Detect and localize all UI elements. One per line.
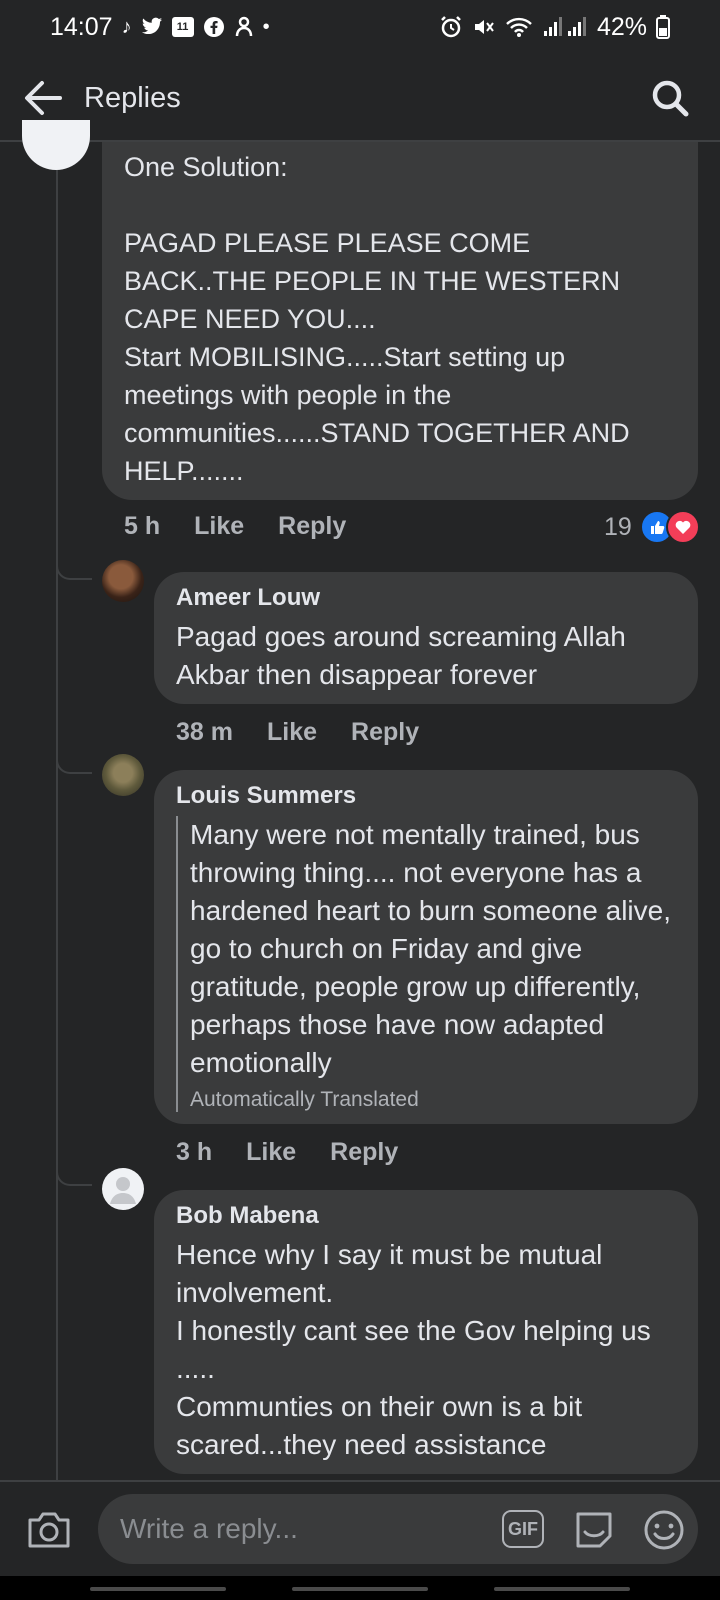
mute-icon <box>474 20 494 34</box>
gif-button[interactable]: GIF <box>502 1510 544 1548</box>
avatar[interactable] <box>102 754 144 796</box>
thread-branch <box>56 558 92 580</box>
nav-back-button[interactable] <box>494 1587 630 1591</box>
reply-time: 38 m <box>176 718 233 746</box>
auto-translated-label[interactable]: Automatically Translated <box>190 1088 676 1112</box>
comment-actions: 5 h Like Reply <box>124 512 380 541</box>
reply-bubble: Ameer Louw Pagad goes around screaming A… <box>154 572 698 704</box>
reply-text: Many were not mentally trained, bus thro… <box>190 819 671 1078</box>
comment-text: One Solution: PAGAD PLEASE PLEASE COME B… <box>124 152 630 486</box>
avatar[interactable] <box>22 120 90 170</box>
reply-text: Hence why I say it must be mutual involv… <box>176 1239 651 1460</box>
signal-icon <box>543 17 586 36</box>
tiktok-icon: ♪ <box>121 15 132 38</box>
reaction-summary[interactable]: 19 <box>604 510 700 544</box>
reply-author[interactable]: Louis Summers <box>176 782 676 810</box>
calendar-icon: 11 <box>171 17 194 37</box>
camera-icon[interactable] <box>26 1508 72 1550</box>
sticker-icon[interactable] <box>572 1508 616 1552</box>
status-dot: • <box>262 15 270 38</box>
top-app-bar: Replies <box>0 54 720 142</box>
reaction-count: 19 <box>604 512 632 541</box>
search-icon[interactable] <box>650 78 690 118</box>
default-avatar-icon <box>110 1177 136 1204</box>
like-button[interactable]: Like <box>246 1138 296 1167</box>
reply-button[interactable]: Reply <box>351 718 419 747</box>
battery-percent: 42% <box>596 12 647 41</box>
reply-composer: GIF <box>0 1482 720 1576</box>
emoji-icon[interactable] <box>642 1508 686 1552</box>
reply-author[interactable]: Ameer Louw <box>176 584 676 612</box>
avatar[interactable] <box>102 1168 144 1210</box>
page-title: Replies <box>84 82 181 114</box>
facebook-icon <box>203 17 224 37</box>
thread-branch <box>56 752 92 774</box>
reply-time: 3 h <box>176 1138 213 1166</box>
reply-actions: 38 m Like Reply <box>176 718 453 747</box>
wifi-icon <box>506 17 532 37</box>
love-reaction-icon <box>665 510 700 544</box>
comment-bubble: One Solution: PAGAD PLEASE PLEASE COME B… <box>102 142 698 500</box>
battery-icon <box>656 15 670 39</box>
status-bar: 14:07 ♪ 11 • 42% <box>0 0 720 54</box>
avatar[interactable] <box>102 560 144 602</box>
messenger-icon <box>235 16 252 37</box>
nav-home-button[interactable] <box>292 1587 428 1591</box>
reply-text: Pagad goes around screaming Allah Akbar … <box>176 621 626 690</box>
reply-button[interactable]: Reply <box>278 512 346 541</box>
reply-author[interactable]: Bob Mabena <box>176 1202 676 1230</box>
reply-actions: 3 h Like Reply <box>176 1138 432 1167</box>
reply-bubble: Bob Mabena Hence why I say it must be mu… <box>154 1190 698 1474</box>
back-arrow-icon[interactable] <box>22 78 64 118</box>
thread-branch <box>56 1164 92 1186</box>
status-time: 14:07 <box>50 12 113 41</box>
alarm-icon <box>441 16 461 38</box>
nav-recents-button[interactable] <box>90 1587 226 1591</box>
reply-button[interactable]: Reply <box>330 1138 398 1167</box>
like-button[interactable]: Like <box>194 512 244 541</box>
thread-line <box>56 142 58 1480</box>
system-nav-bar <box>0 1576 720 1600</box>
reply-bubble: Louis Summers Many were not mentally tra… <box>154 770 698 1124</box>
like-button[interactable]: Like <box>267 718 317 747</box>
comment-time: 5 h <box>124 512 161 540</box>
translated-block: Many were not mentally trained, bus thro… <box>176 816 676 1112</box>
twitter-icon <box>141 17 162 35</box>
